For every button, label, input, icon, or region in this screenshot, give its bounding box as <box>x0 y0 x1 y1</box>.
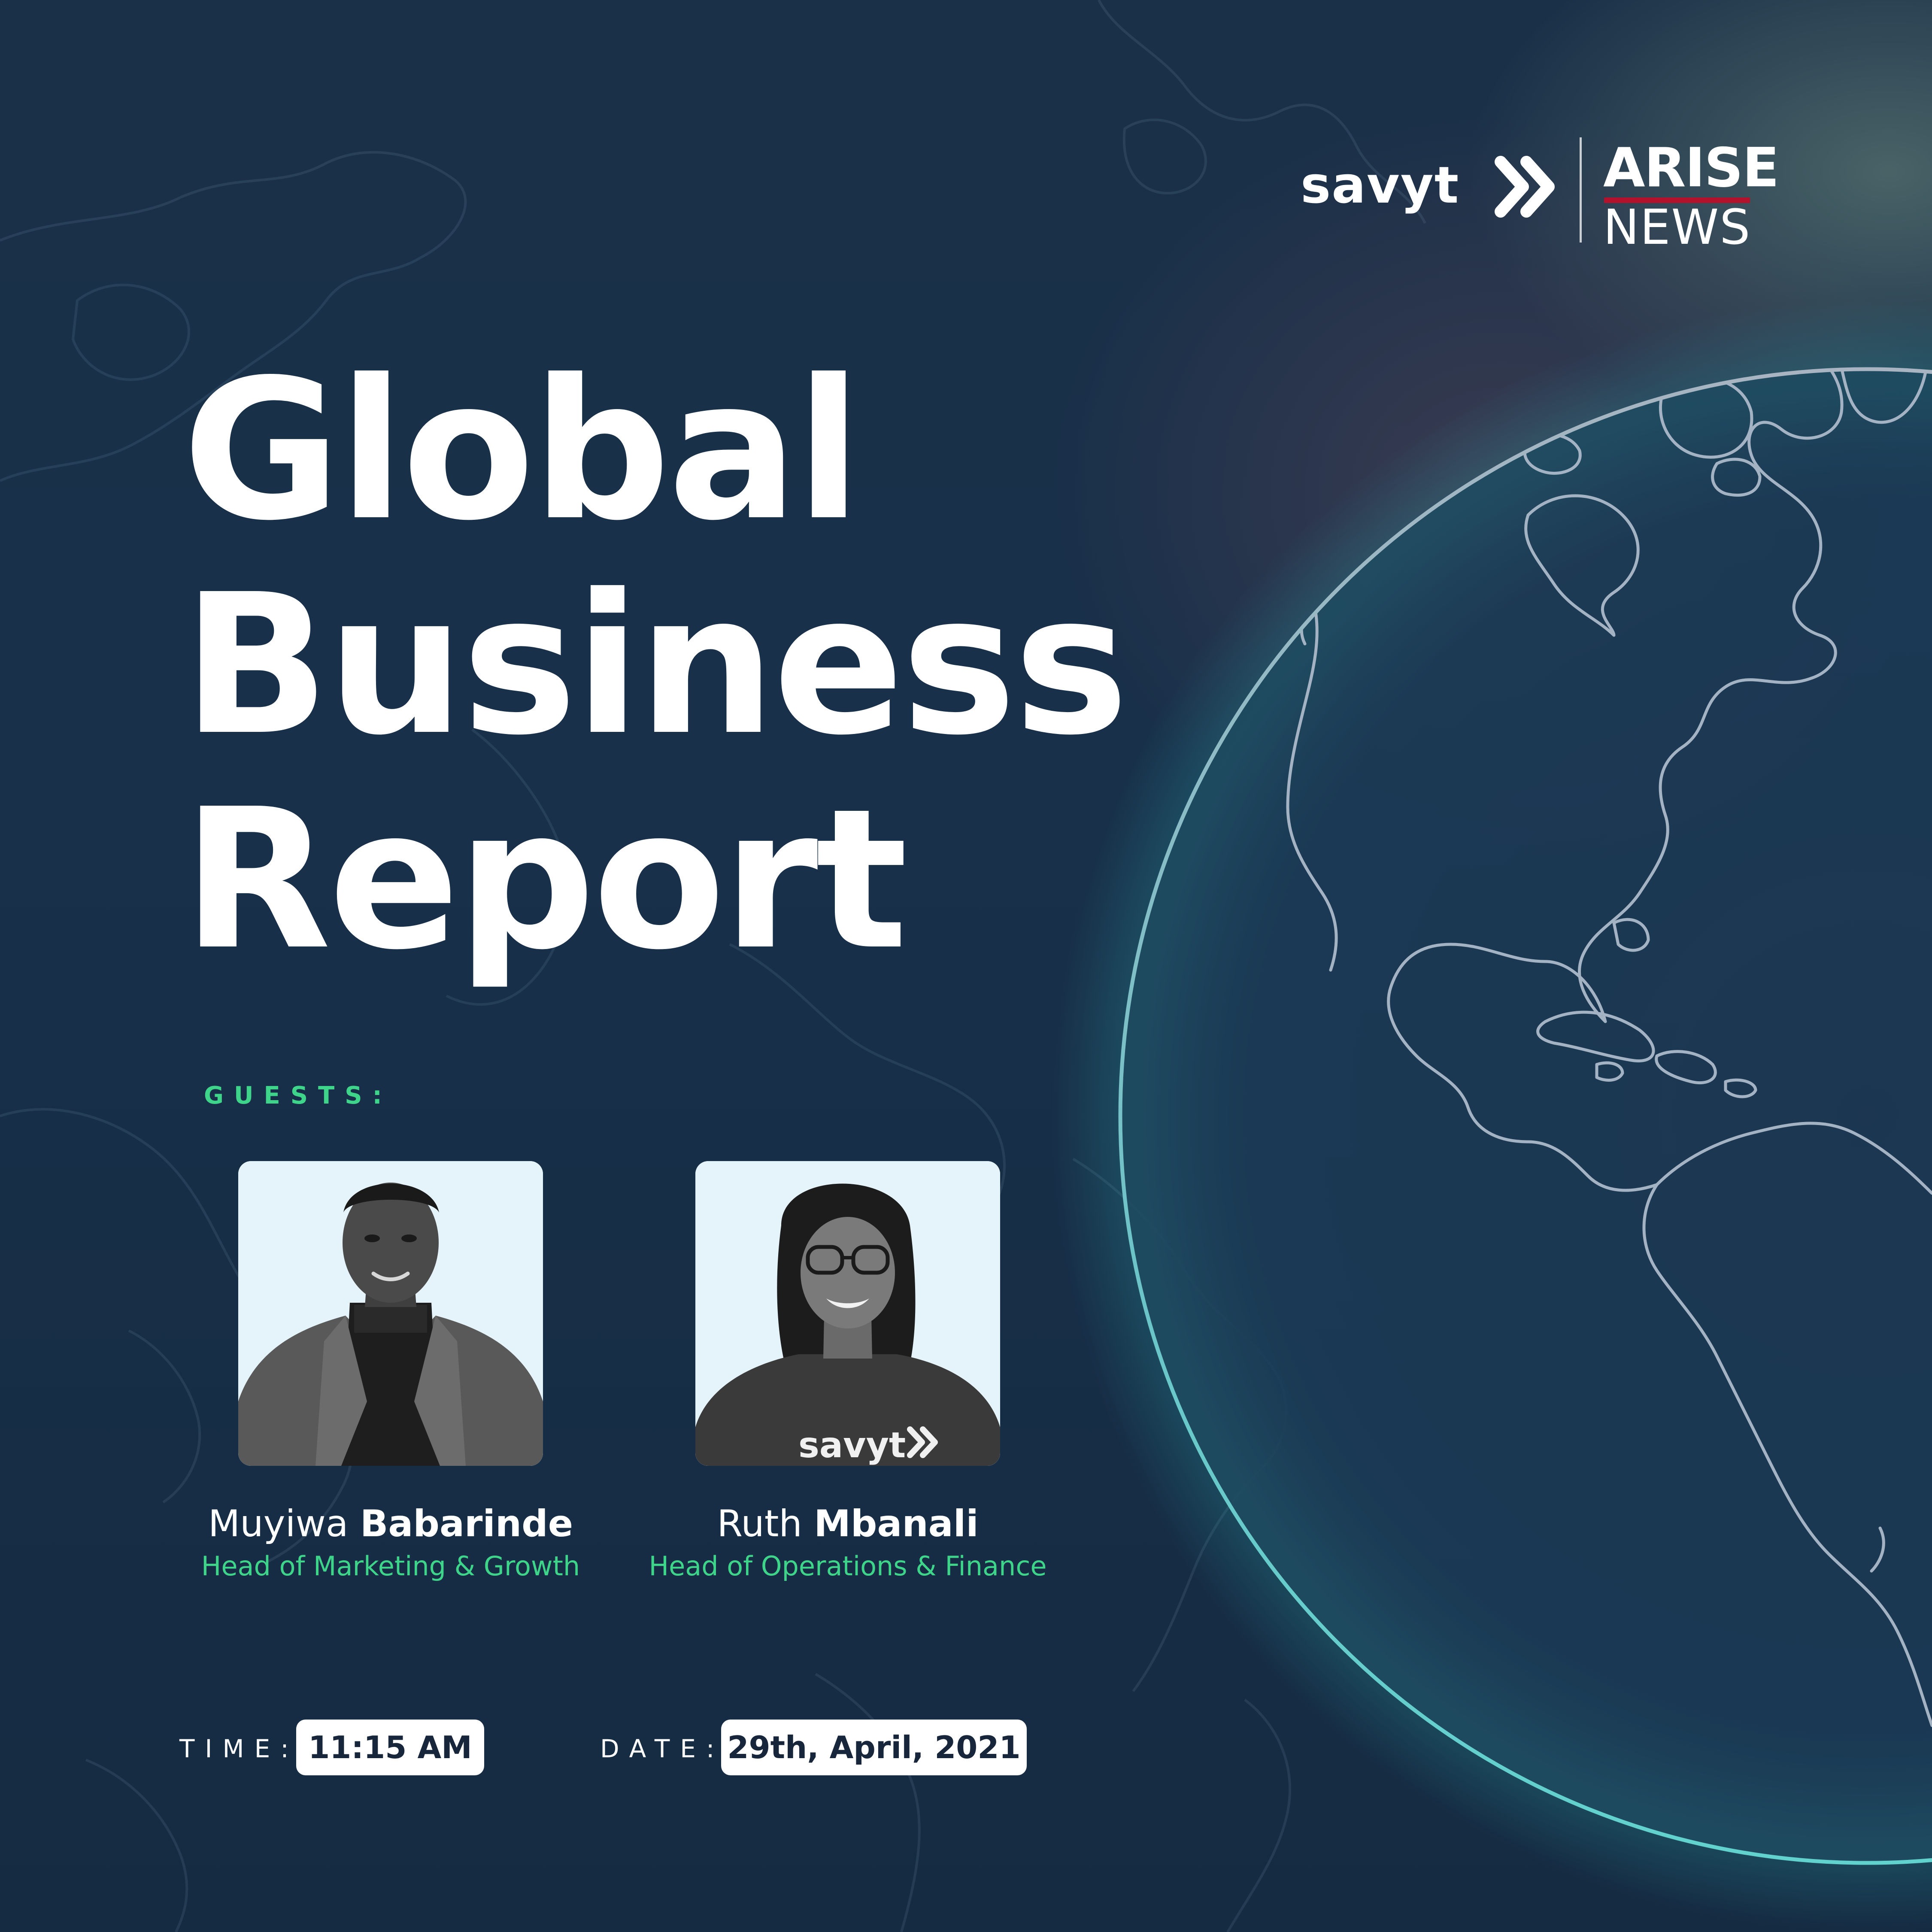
poster: savyt ARISE NEWS Global Business Report … <box>0 0 1932 1932</box>
guest-photo-ruth: savyt <box>695 1161 1000 1466</box>
guest-role-1: Head of Marketing & Growth <box>201 1550 580 1582</box>
guest-photo-muyiwa <box>238 1161 543 1466</box>
title-line-1: Global <box>182 338 862 563</box>
brand-logos: savyt ARISE NEWS <box>1301 137 1779 255</box>
date-label: DATE: <box>600 1734 725 1763</box>
title-line-3: Report <box>182 767 908 992</box>
shirt-logo-text: savyt <box>798 1425 906 1466</box>
guest-last-name: Mbanali <box>814 1502 979 1545</box>
guest-first-name: Ruth <box>717 1502 802 1545</box>
savyt-chevron-icon <box>1495 156 1555 218</box>
date-badge: 29th, April, 2021 <box>721 1720 1027 1775</box>
guest-first-name: Muyiwa <box>208 1502 349 1545</box>
guest-name-2: Ruth Mbanali <box>612 1502 1084 1545</box>
time-badge: 11:15 AM <box>296 1720 484 1775</box>
guest-name-1: Muyiwa Babarinde <box>155 1502 627 1545</box>
savyt-logo: savyt <box>1301 155 1460 215</box>
time-label: TIME: <box>179 1734 299 1763</box>
guests-label: GUESTS: <box>204 1082 392 1110</box>
guest-last-name: Babarinde <box>360 1502 573 1545</box>
logo-divider <box>1580 137 1582 243</box>
news-logo-text: NEWS <box>1603 200 1751 255</box>
page-title: Global Business Report <box>182 338 1129 992</box>
arise-logo-text: ARISE <box>1603 136 1779 199</box>
guest-role-2: Head of Operations & Finance <box>649 1550 1047 1582</box>
title-line-2: Business <box>182 553 1129 778</box>
